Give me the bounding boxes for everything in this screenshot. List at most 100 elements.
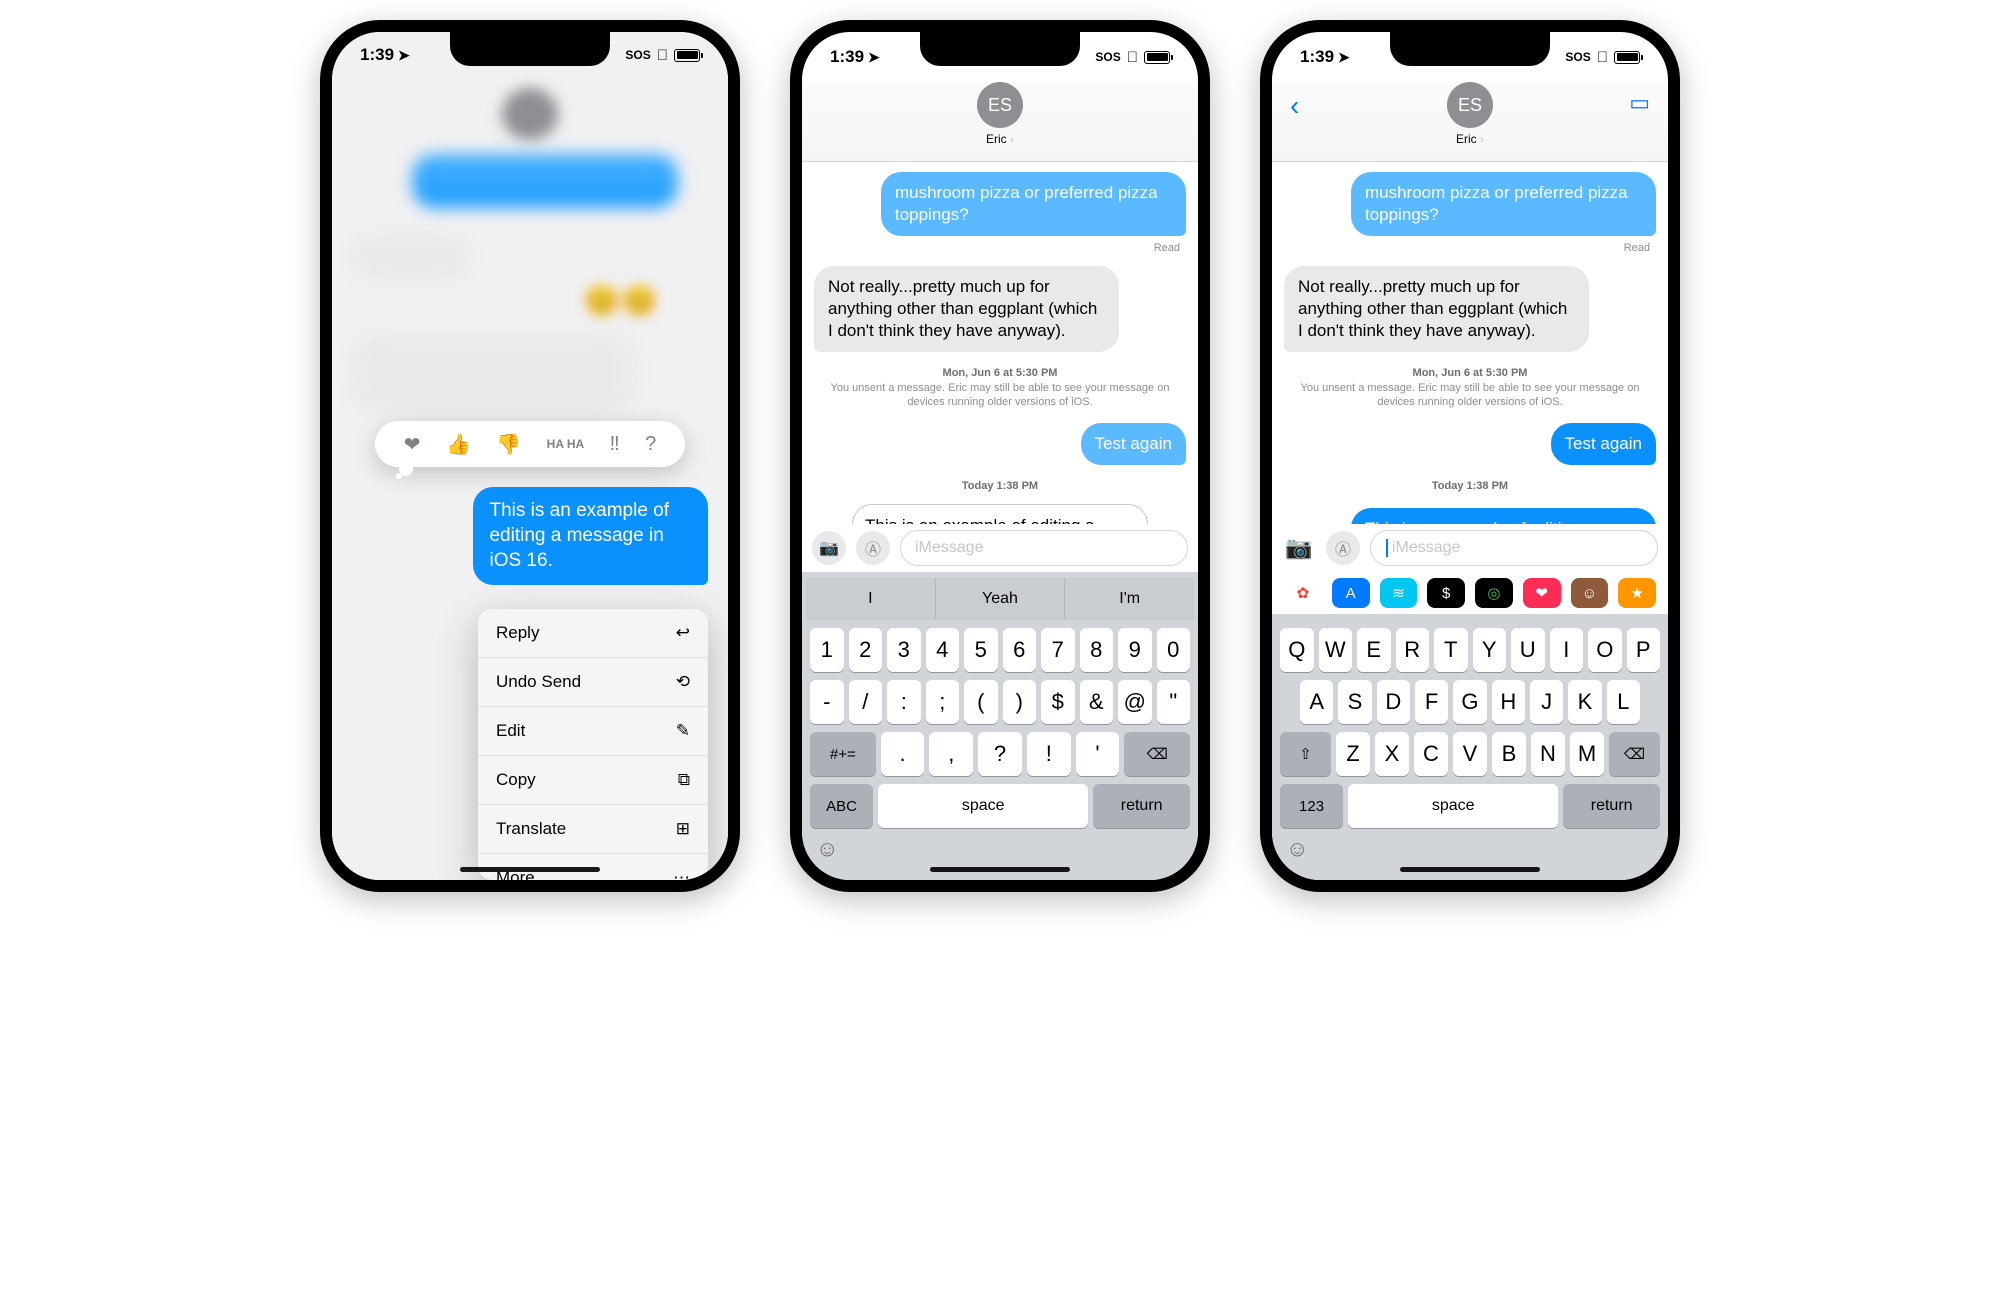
contact-avatar[interactable]: ES — [1447, 82, 1493, 128]
key[interactable]: 2 — [849, 628, 883, 672]
key[interactable]: & — [1080, 680, 1114, 724]
facetime-button[interactable]: ▭ — [1629, 90, 1650, 116]
key[interactable]: H — [1492, 680, 1525, 724]
key[interactable]: 3 — [887, 628, 921, 672]
key[interactable]: $ — [1041, 680, 1075, 724]
backspace-key[interactable]: ⌫ — [1609, 732, 1660, 776]
camera-button[interactable]: 📷 — [812, 531, 846, 565]
backspace-key[interactable]: ⌫ — [1124, 732, 1190, 776]
app-icon[interactable]: ★ — [1618, 578, 1656, 608]
key[interactable]: 8 — [1080, 628, 1114, 672]
emoji-keyboard-button[interactable]: ☺ — [1276, 828, 1664, 870]
back-button[interactable]: ‹ — [1290, 90, 1299, 122]
message-input[interactable]: iMessage — [1370, 530, 1658, 566]
key[interactable]: V — [1453, 732, 1487, 776]
prediction[interactable]: I — [806, 578, 936, 620]
key[interactable]: A — [1300, 680, 1333, 724]
key[interactable]: ? — [978, 732, 1022, 776]
key[interactable]: : — [887, 680, 921, 724]
messages-pane[interactable]: mushroom pizza or preferred pizza toppin… — [1272, 162, 1668, 524]
home-indicator[interactable] — [1400, 867, 1540, 872]
key[interactable]: O — [1588, 628, 1622, 672]
menu-translate[interactable]: Translate ⊞ — [478, 805, 708, 854]
key[interactable]: D — [1377, 680, 1410, 724]
out-bubble[interactable]: Test again — [1551, 423, 1657, 465]
key[interactable]: L — [1607, 680, 1640, 724]
emoji-keyboard-button[interactable]: ☺ — [806, 828, 1194, 870]
key[interactable]: . — [881, 732, 925, 776]
tapback-heart[interactable]: ❤︎ — [404, 432, 421, 457]
tapback-thumbs-up[interactable]: 👍 — [446, 432, 471, 457]
tapback-haha[interactable]: HA HA — [547, 438, 585, 450]
key[interactable]: P — [1627, 628, 1661, 672]
app-strip[interactable]: ✿A≋$◎❤☺★ — [1272, 572, 1668, 614]
app-icon[interactable]: ☺ — [1571, 578, 1609, 608]
tapback-question[interactable]: ? — [645, 433, 656, 456]
out-bubble[interactable]: mushroom pizza or preferred pizza toppin… — [1351, 172, 1656, 236]
abc-key[interactable]: ABC — [810, 784, 873, 828]
focused-message-row[interactable]: This is an example of editing a message … — [422, 483, 708, 589]
key[interactable]: T — [1434, 628, 1468, 672]
key[interactable]: R — [1396, 628, 1430, 672]
app-icon[interactable]: ❤ — [1523, 578, 1561, 608]
key[interactable]: @ — [1118, 680, 1152, 724]
messages-pane[interactable]: mushroom pizza or preferred pizza toppin… — [802, 162, 1198, 524]
key[interactable]: ' — [1076, 732, 1120, 776]
menu-undo-send[interactable]: Undo Send ⟲ — [478, 658, 708, 707]
key[interactable]: K — [1568, 680, 1601, 724]
key[interactable]: ; — [926, 680, 960, 724]
prediction[interactable]: Yeah — [936, 578, 1066, 620]
key[interactable]: M — [1570, 732, 1604, 776]
key[interactable]: I — [1550, 628, 1584, 672]
home-indicator[interactable] — [460, 867, 600, 872]
key[interactable]: 7 — [1041, 628, 1075, 672]
key[interactable]: F — [1415, 680, 1448, 724]
key[interactable]: W — [1319, 628, 1353, 672]
return-key[interactable]: return — [1093, 784, 1190, 828]
key[interactable]: - — [810, 680, 844, 724]
key[interactable]: C — [1414, 732, 1448, 776]
key[interactable]: Y — [1473, 628, 1507, 672]
key[interactable]: E — [1357, 628, 1391, 672]
space-key[interactable]: space — [878, 784, 1088, 828]
key[interactable]: 1 — [810, 628, 844, 672]
in-bubble[interactable]: Not really...pretty much up for anything… — [814, 266, 1119, 352]
key[interactable]: ) — [1003, 680, 1037, 724]
key[interactable]: 9 — [1118, 628, 1152, 672]
contact-avatar[interactable]: ES — [977, 82, 1023, 128]
edit-textarea[interactable]: This is an example of editing a message … — [852, 504, 1148, 524]
appstore-button[interactable]: Ⓐ — [1326, 531, 1360, 565]
key[interactable]: " — [1157, 680, 1191, 724]
menu-edit[interactable]: Edit ✎ — [478, 707, 708, 756]
shift-key[interactable]: ⇧ — [1280, 732, 1331, 776]
key[interactable]: ( — [964, 680, 998, 724]
key[interactable]: U — [1511, 628, 1545, 672]
in-bubble[interactable]: Not really...pretty much up for anything… — [1284, 266, 1589, 352]
message-input[interactable]: iMessage — [900, 530, 1188, 566]
key[interactable]: Q — [1280, 628, 1314, 672]
appstore-button[interactable]: Ⓐ — [856, 531, 890, 565]
menu-copy[interactable]: Copy ⧉ — [478, 756, 708, 805]
key[interactable]: 6 — [1003, 628, 1037, 672]
key[interactable]: X — [1375, 732, 1409, 776]
contact-name[interactable]: Eric › — [986, 132, 1014, 146]
key[interactable]: B — [1492, 732, 1526, 776]
key[interactable]: ! — [1027, 732, 1071, 776]
app-icon[interactable]: ✿ — [1284, 578, 1322, 608]
symbols-key[interactable]: #+= — [810, 732, 876, 776]
key[interactable]: N — [1531, 732, 1565, 776]
app-icon[interactable]: A — [1332, 578, 1370, 608]
key[interactable]: J — [1530, 680, 1563, 724]
out-bubble[interactable]: This is an example of editing a message … — [1351, 508, 1656, 524]
menu-reply[interactable]: Reply ↩ — [478, 609, 708, 658]
prediction[interactable]: I'm — [1065, 578, 1194, 620]
return-key[interactable]: return — [1563, 784, 1660, 828]
out-bubble[interactable]: mushroom pizza or preferred pizza toppin… — [881, 172, 1186, 236]
key[interactable]: 5 — [964, 628, 998, 672]
out-bubble[interactable]: Test again — [1081, 423, 1187, 465]
tapback-exclaim[interactable]: ‼︎ — [610, 433, 620, 456]
key[interactable]: 0 — [1157, 628, 1191, 672]
app-icon[interactable]: ≋ — [1380, 578, 1418, 608]
tapback-thumbs-down[interactable]: 👎 — [496, 432, 521, 457]
key[interactable]: / — [849, 680, 883, 724]
